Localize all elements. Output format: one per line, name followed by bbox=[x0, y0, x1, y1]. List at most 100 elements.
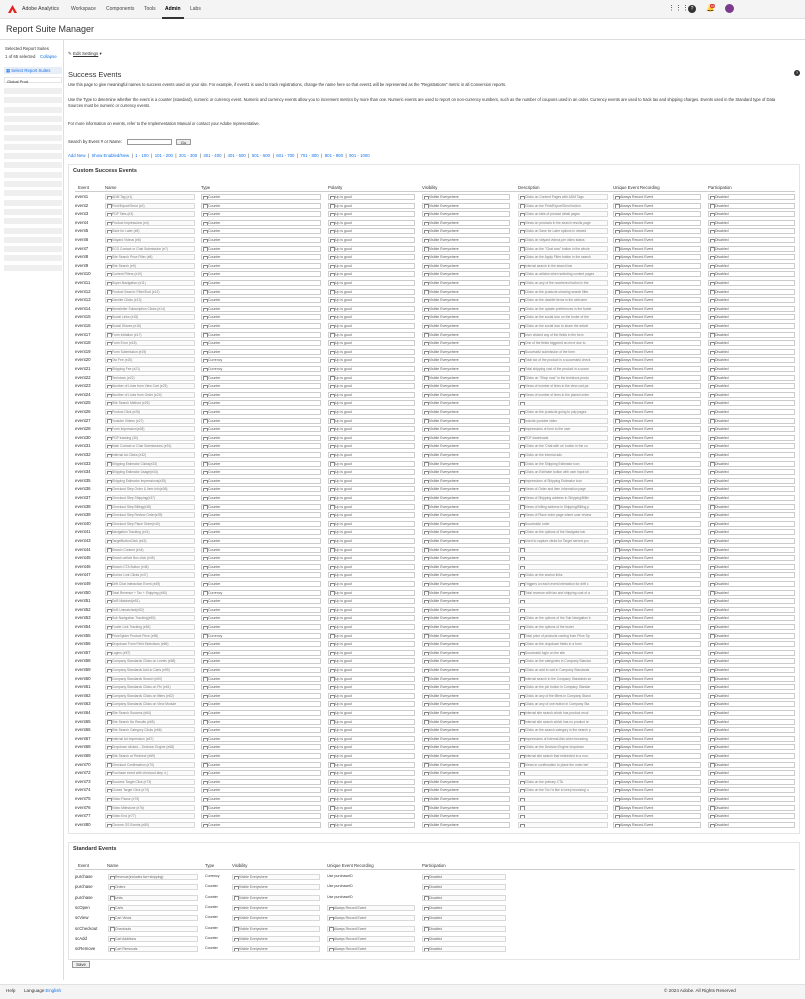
event-name-field[interactable]: Vidyard Videos (e6) bbox=[105, 237, 195, 243]
unique-event-recording-select[interactable]: Always Record Event bbox=[613, 649, 701, 656]
participation-select[interactable]: Disabled bbox=[708, 314, 795, 321]
description-field[interactable] bbox=[518, 400, 608, 407]
visibility-select[interactable]: Visible Everywhere bbox=[422, 194, 510, 200]
type-select[interactable]: Counter bbox=[201, 228, 321, 235]
type-select[interactable]: Counter bbox=[201, 426, 321, 433]
help-icon[interactable]: ? bbox=[794, 70, 800, 76]
polarity-select[interactable]: Up is good bbox=[328, 744, 415, 751]
select-report-suites-link[interactable]: ▦ Select Report Suites bbox=[4, 67, 62, 74]
participation-select[interactable]: Disabled bbox=[708, 288, 795, 295]
unique-event-recording-select[interactable]: Always Record Event bbox=[613, 813, 701, 820]
type-select[interactable]: Counter bbox=[201, 778, 321, 785]
type-select[interactable]: Counter bbox=[201, 280, 321, 286]
event-name-field[interactable]: Purchase event with checkout step 4 ( bbox=[105, 770, 195, 777]
description-field[interactable]: Clicks on the "Chat now" button in the w… bbox=[518, 245, 608, 252]
type-select[interactable]: Counter bbox=[201, 710, 321, 716]
type-select[interactable]: Counter bbox=[201, 555, 321, 562]
nav-workspace[interactable]: Workspace bbox=[71, 6, 96, 12]
visibility-select[interactable]: Visible Everywhere bbox=[422, 486, 510, 493]
save-button[interactable]: Save bbox=[72, 961, 90, 968]
event-name-field[interactable]: Logins (e57) bbox=[105, 649, 195, 656]
participation-select[interactable]: Disabled bbox=[708, 348, 795, 355]
visibility-select[interactable]: Visible Everywhere bbox=[422, 348, 510, 355]
polarity-select[interactable]: Up is good bbox=[328, 271, 415, 278]
visibility-select[interactable]: Visible Everywhere bbox=[422, 340, 510, 347]
participation-select[interactable]: Disabled bbox=[708, 409, 795, 415]
type-select[interactable]: Counter bbox=[201, 529, 321, 536]
unique-event-recording-select[interactable]: Always Record Event bbox=[613, 237, 701, 243]
polarity-select[interactable]: Up is good bbox=[328, 632, 415, 639]
visibility-select[interactable]: Visible Everywhere bbox=[422, 615, 510, 622]
participation-select[interactable]: Disabled bbox=[708, 383, 795, 390]
visibility-select[interactable]: Visible Everywhere bbox=[422, 280, 510, 286]
visibility-select[interactable]: Visible Everywhere bbox=[232, 884, 320, 891]
help-icon[interactable]: ? bbox=[688, 5, 696, 13]
event-name-field[interactable]: Checkouts bbox=[108, 925, 198, 932]
pager-link[interactable]: 801 - 900 bbox=[325, 153, 343, 158]
description-field[interactable] bbox=[518, 796, 608, 802]
description-field[interactable]: Total tax of the product in a successful… bbox=[518, 357, 608, 364]
type-select[interactable]: Counter bbox=[201, 434, 321, 441]
polarity-select[interactable]: Up is good bbox=[328, 520, 415, 527]
polarity-select[interactable]: Up is good bbox=[328, 348, 415, 355]
type-select[interactable]: Counter bbox=[201, 606, 321, 613]
unique-event-recording-select[interactable]: Always Record Event bbox=[613, 529, 701, 536]
unique-event-recording-select[interactable]: Always Record Event bbox=[613, 641, 701, 648]
unique-event-recording-select[interactable]: Always Record Event bbox=[613, 632, 701, 639]
visibility-select[interactable]: Visible Everywhere bbox=[422, 598, 510, 605]
polarity-select[interactable]: Up is good bbox=[328, 701, 415, 708]
event-name-field[interactable]: Company Standards Clicks on filters (e62… bbox=[105, 692, 195, 699]
description-field[interactable]: Clicks on the 'Chat with us' button in t… bbox=[518, 443, 608, 450]
polarity-select[interactable]: Up is good bbox=[328, 254, 415, 261]
type-select[interactable]: Counter bbox=[201, 753, 321, 759]
type-select[interactable]: Counter bbox=[201, 538, 321, 544]
event-name-field[interactable]: Carts bbox=[108, 904, 198, 911]
visibility-select[interactable]: Visible Everywhere bbox=[422, 288, 510, 295]
polarity-select[interactable]: Up is good bbox=[328, 796, 415, 802]
participation-select[interactable]: Disabled bbox=[708, 649, 795, 656]
description-field[interactable]: Include youtube video bbox=[518, 417, 608, 424]
visibility-select[interactable]: Visible Everywhere bbox=[422, 314, 510, 321]
polarity-select[interactable]: Up is good bbox=[328, 426, 415, 433]
unique-event-recording-select[interactable]: Always Record Event bbox=[613, 288, 701, 295]
visibility-select[interactable]: Visible Everywhere bbox=[422, 323, 510, 329]
description-field[interactable]: Clicks on Content Pages with ADM Tags bbox=[518, 194, 608, 200]
participation-select[interactable]: Disabled bbox=[708, 770, 795, 777]
visibility-select[interactable]: Visible Everywhere bbox=[422, 658, 510, 665]
participation-select[interactable]: Disabled bbox=[708, 520, 795, 527]
polarity-select[interactable]: Up is good bbox=[328, 366, 415, 372]
visibility-select[interactable]: Visible Everywhere bbox=[422, 667, 510, 673]
type-select[interactable]: Counter bbox=[201, 718, 321, 725]
type-select[interactable]: Counter bbox=[201, 245, 321, 252]
polarity-select[interactable]: Up is good bbox=[328, 452, 415, 458]
type-select[interactable]: Counter bbox=[201, 813, 321, 820]
nav-tools[interactable]: Tools bbox=[144, 6, 156, 12]
participation-select[interactable]: Disabled bbox=[708, 821, 795, 828]
polarity-select[interactable]: Up is good bbox=[328, 555, 415, 562]
event-name-field[interactable]: TargetButtonClick (e43) bbox=[105, 538, 195, 544]
event-name-field[interactable]: ECO Contact or Chat Submission (e7) bbox=[105, 245, 195, 252]
type-select[interactable]: Currency bbox=[201, 589, 321, 596]
polarity-select[interactable]: Up is good bbox=[328, 228, 415, 235]
description-field[interactable] bbox=[518, 606, 608, 613]
type-select[interactable]: Counter bbox=[201, 641, 321, 648]
participation-select[interactable]: Disabled bbox=[708, 675, 795, 682]
go-button[interactable]: Go bbox=[176, 139, 191, 145]
event-name-field[interactable]: Social Shares (e16) bbox=[105, 323, 195, 329]
unique-event-recording-select[interactable]: Always Record Event bbox=[613, 804, 701, 811]
type-select[interactable]: Currency bbox=[201, 632, 321, 639]
event-name-field[interactable]: Internal Ad Clicks (e32) bbox=[105, 452, 195, 458]
event-name-field[interactable]: Search CTA Button (e46) bbox=[105, 563, 195, 570]
participation-select[interactable]: Disabled bbox=[708, 400, 795, 407]
polarity-select[interactable]: Up is good bbox=[328, 443, 415, 450]
adobe-logo-icon[interactable] bbox=[8, 5, 17, 13]
visibility-select[interactable]: Visible Everywhere bbox=[422, 649, 510, 656]
polarity-select[interactable]: Up is good bbox=[328, 434, 415, 441]
unique-event-recording-select[interactable]: Always Record Event bbox=[613, 348, 701, 355]
polarity-select[interactable]: Up is good bbox=[328, 821, 415, 828]
description-field[interactable]: Clicks on the categories in Company Stan… bbox=[518, 658, 608, 665]
search-input[interactable] bbox=[127, 139, 172, 145]
event-name-field[interactable]: Footer Link Tracking (e54) bbox=[105, 624, 195, 630]
type-select[interactable]: Counter bbox=[201, 297, 321, 304]
polarity-select[interactable]: Up is good bbox=[328, 684, 415, 691]
